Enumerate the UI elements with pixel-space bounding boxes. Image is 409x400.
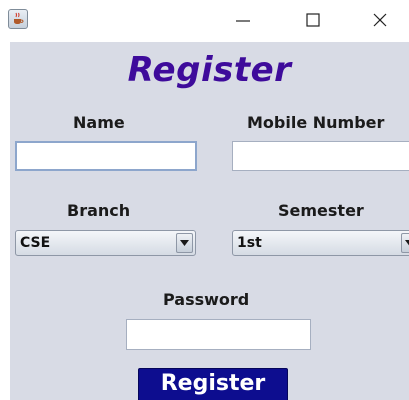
form-panel: Register Name Mobile Number Branch Semes… [10,42,409,400]
mobile-number-label: Mobile Number [247,113,385,132]
branch-select[interactable]: CSE [15,230,196,256]
branch-selected-value: CSE [20,235,51,251]
window-border [0,42,10,400]
java-cup-icon[interactable] [8,9,28,29]
password-label: Password [163,290,250,309]
minimize-button[interactable] [228,9,258,33]
chevron-down-icon [405,240,409,246]
mobile-number-field[interactable] [232,141,409,171]
semester-dropdown-button[interactable] [401,233,409,253]
minimize-icon [236,20,250,22]
chevron-down-icon [180,240,189,246]
register-window: Register Name Mobile Number Branch Semes… [0,0,409,400]
branch-dropdown-button[interactable] [176,233,193,253]
name-field[interactable] [15,141,197,171]
password-field[interactable] [126,319,311,350]
title-bar[interactable] [0,0,409,42]
maximize-button[interactable] [298,9,328,33]
name-label: Name [73,113,125,132]
close-icon [373,13,387,27]
maximize-icon [306,13,320,27]
page-title: Register [127,50,292,90]
semester-label: Semester [278,201,364,220]
semester-select[interactable]: 1st [232,230,409,256]
register-button[interactable]: Register [138,368,288,400]
semester-selected-value: 1st [237,235,262,251]
branch-label: Branch [67,201,131,220]
close-button[interactable] [365,9,395,33]
